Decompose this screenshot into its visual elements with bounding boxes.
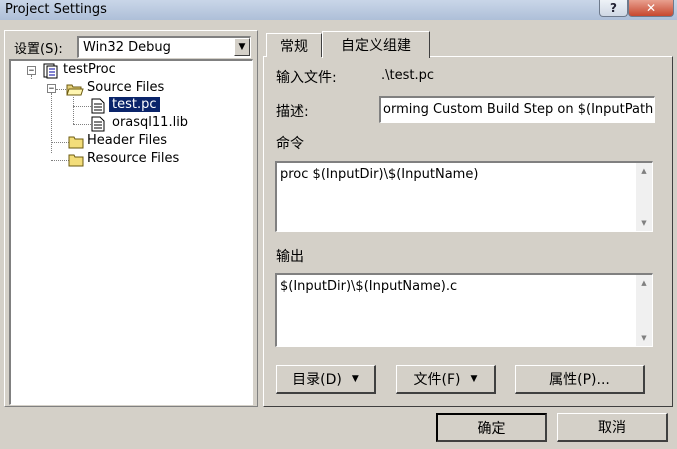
commands-textarea[interactable]: proc $(InputDir)\$(InputName) ▲ ▼: [275, 161, 653, 232]
outputs-value: $(InputDir)\$(InputName).c: [280, 279, 458, 294]
outputs-textarea[interactable]: $(InputDir)\$(InputName).c ▲ ▼: [275, 273, 653, 347]
file-icon: [91, 98, 105, 114]
tree-connector: [73, 106, 91, 107]
file-icon: [91, 116, 105, 132]
window-title: Project Settings: [5, 2, 107, 17]
tree-connector: [51, 160, 69, 161]
ok-button[interactable]: 确定: [436, 413, 547, 442]
project-icon: [43, 63, 58, 79]
tab-custom-build[interactable]: 自定义组建: [322, 31, 430, 58]
tree-item-source-files[interactable]: Source Files: [87, 80, 164, 95]
tree-connector: [73, 97, 74, 124]
files-button-label: 文件(F): [413, 372, 461, 388]
chevron-down-icon: ▼: [470, 374, 478, 384]
scroll-down-icon[interactable]: ▼: [636, 330, 652, 346]
tree-connector: [51, 142, 69, 143]
description-label: 描述:: [276, 104, 309, 120]
description-field[interactable]: orming Custom Build Step on $(InputPath): [379, 96, 655, 123]
outputs-label: 输出: [276, 249, 304, 265]
commands-value: proc $(InputDir)\$(InputName): [280, 167, 479, 182]
folder-icon: [68, 154, 84, 167]
input-file-label: 输入文件:: [276, 70, 337, 86]
scroll-up-icon[interactable]: ▲: [636, 163, 652, 179]
chevron-down-icon[interactable]: ▼: [234, 38, 250, 56]
configuration-select[interactable]: Win32 Debug ▼: [77, 36, 251, 58]
folder-icon: [68, 136, 84, 149]
tree-connector: [51, 93, 52, 153]
tab-general[interactable]: 常规: [266, 33, 322, 57]
collapse-source-files-icon[interactable]: −: [47, 84, 56, 94]
scroll-down-icon[interactable]: ▼: [636, 215, 652, 231]
tree-item-header-files[interactable]: Header Files: [87, 133, 167, 148]
cancel-button[interactable]: 取消: [557, 413, 668, 442]
help-button[interactable]: ?: [599, 0, 628, 17]
close-button[interactable]: ✕: [628, 0, 674, 17]
scroll-up-icon[interactable]: ▲: [636, 275, 652, 291]
tree-item-project[interactable]: testProc: [63, 62, 116, 77]
tree-item-resource-files[interactable]: Resource Files: [87, 151, 179, 166]
commands-scrollbar[interactable]: ▲ ▼: [636, 163, 652, 231]
open-folder-icon: [66, 84, 84, 96]
tree-connector: [73, 124, 91, 125]
collapse-project-icon[interactable]: −: [27, 66, 36, 76]
directory-button[interactable]: 目录(D) ▼: [276, 365, 376, 394]
outputs-scrollbar[interactable]: ▲ ▼: [636, 275, 652, 346]
file-tree[interactable]: − testProc − Source Files test.pc orasql…: [9, 59, 253, 405]
tree-item-selected-file[interactable]: test.pc: [109, 97, 160, 112]
description-value: orming Custom Build Step on $(InputPath): [383, 102, 655, 117]
configuration-value: Win32 Debug: [83, 40, 171, 55]
properties-button[interactable]: 属性(P)...: [515, 365, 645, 394]
input-file-value: .\test.pc: [381, 68, 435, 83]
tree-item-lib-file[interactable]: orasql11.lib: [112, 115, 188, 130]
settings-label: 设置(S):: [14, 42, 63, 57]
directory-button-label: 目录(D): [292, 372, 342, 388]
chevron-down-icon: ▼: [351, 374, 359, 384]
files-button[interactable]: 文件(F) ▼: [396, 365, 496, 394]
commands-label: 命令: [276, 136, 304, 152]
